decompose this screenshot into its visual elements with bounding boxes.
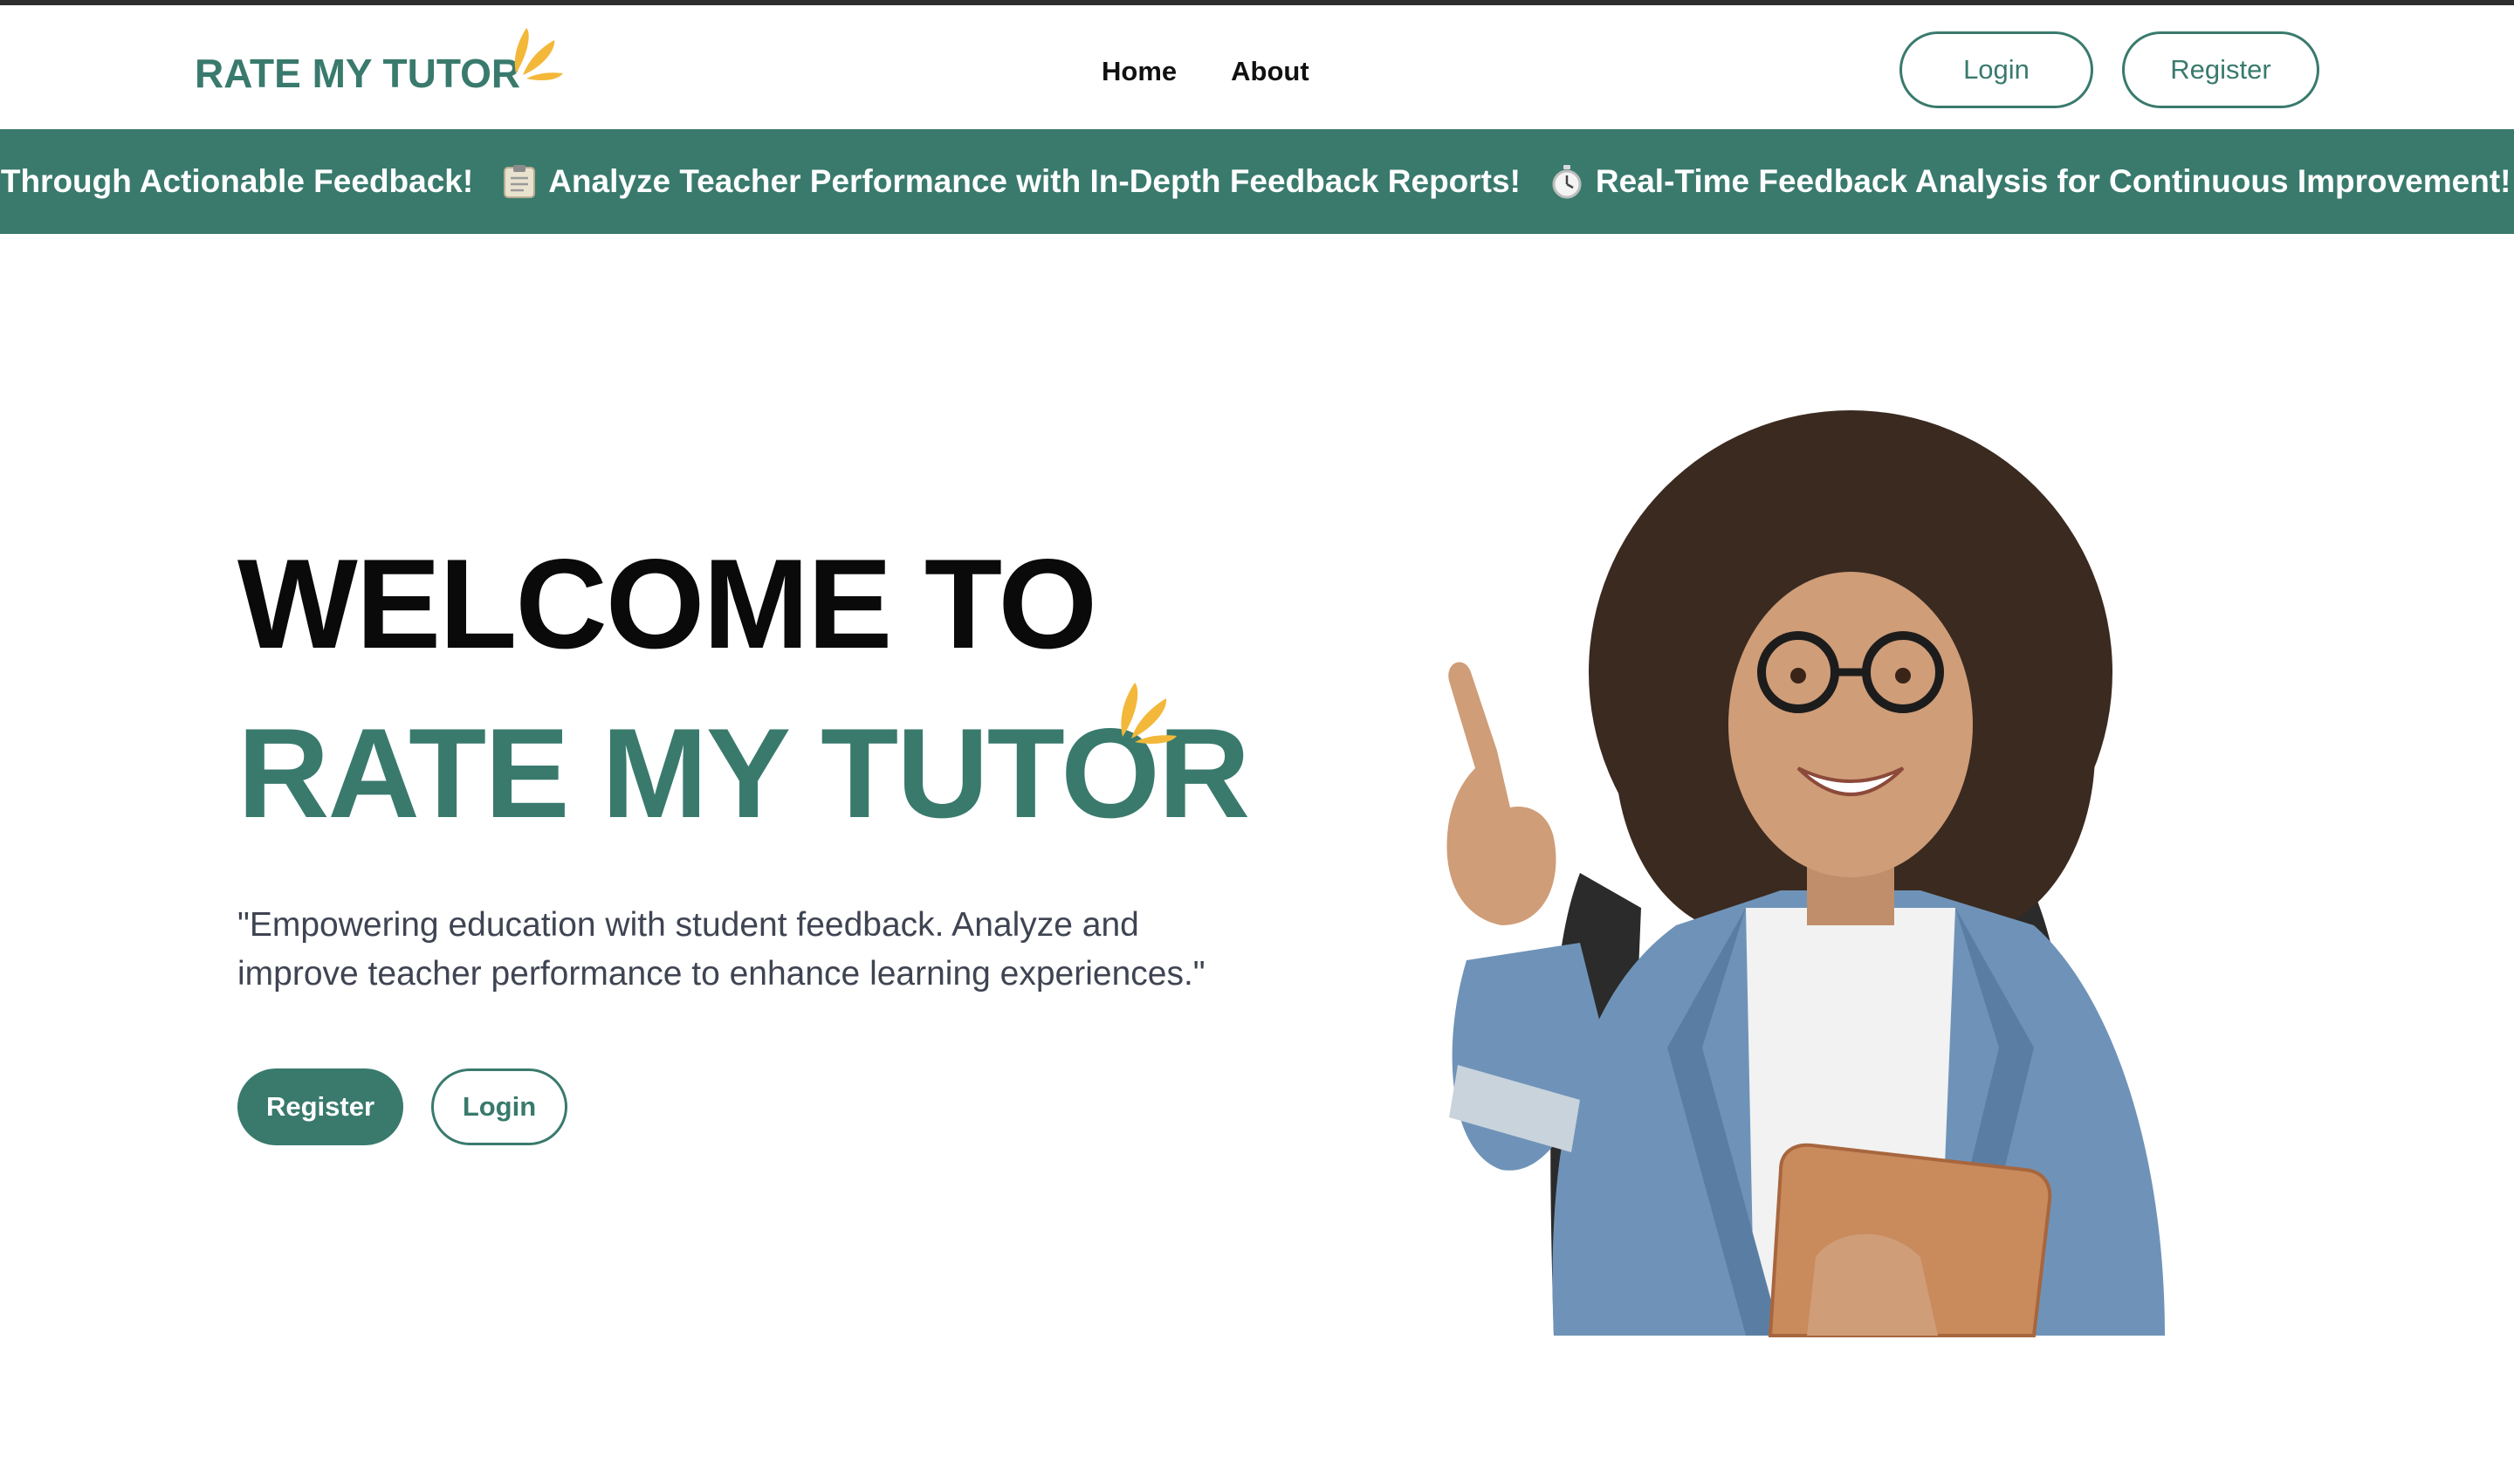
announcement-ticker: s Through Actionable Feedback! Analyze T…: [0, 129, 2514, 234]
ticker-item: Analyze Teacher Performance with In-Dept…: [503, 129, 1521, 234]
hero-register-button[interactable]: Register: [237, 1068, 403, 1145]
ticker-item: Real-Time Feedback Analysis for Continuo…: [1550, 129, 2511, 234]
spark-icon: [1121, 683, 1177, 744]
hero-login-button[interactable]: Login: [431, 1068, 567, 1145]
clipboard-icon: [504, 165, 536, 198]
hero-heading-brand: RATE MY TUTOR: [237, 702, 1250, 844]
nav-about[interactable]: About: [1231, 54, 1309, 89]
stopwatch-icon: [1552, 165, 1582, 199]
site-header: RATE MY TUTOR Home About Login Register: [0, 5, 2514, 129]
spark-icon: [514, 28, 563, 80]
logo-text: RATE MY TUTOR: [195, 51, 521, 96]
ticker-item: s Through Actionable Feedback!: [0, 129, 473, 234]
hero-heading-welcome: WELCOME TO: [237, 532, 1097, 675]
ticker-text: Analyze Teacher Performance with In-Dept…: [548, 163, 1521, 199]
ticker-track: s Through Actionable Feedback! Analyze T…: [0, 129, 2511, 234]
ticker-text: s Through Actionable Feedback!: [0, 163, 474, 199]
nav-home[interactable]: Home: [1102, 54, 1177, 89]
page: RATE MY TUTOR Home About Login Register …: [0, 0, 2514, 1484]
student-illustration: [1446, 410, 2165, 1337]
ticker-text: Real-Time Feedback Analysis for Continuo…: [1595, 163, 2511, 199]
header-login-button[interactable]: Login: [1899, 31, 2093, 108]
main-nav: Home About: [1102, 54, 1309, 89]
header-register-button[interactable]: Register: [2122, 31, 2319, 108]
hero-description: "Empowering education with student feedb…: [237, 906, 1205, 993]
logo[interactable]: RATE MY TUTOR: [195, 28, 563, 101]
